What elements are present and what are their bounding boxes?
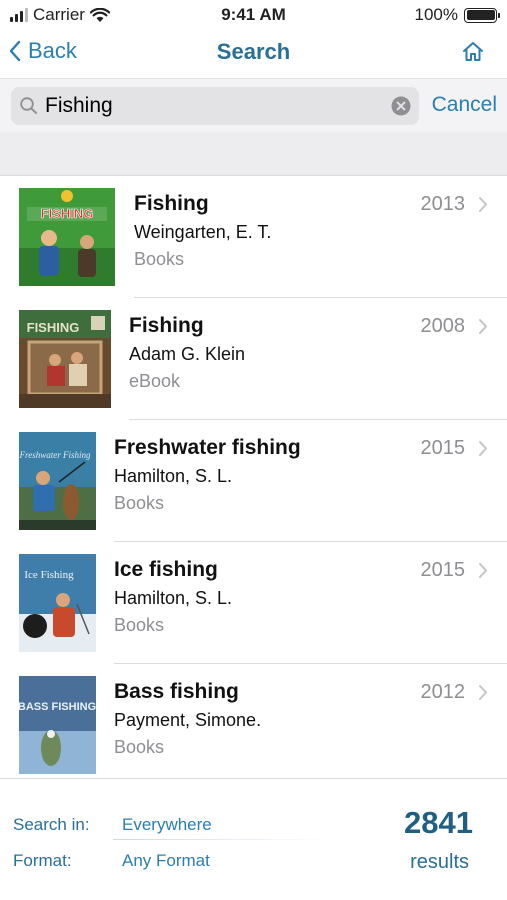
result-title: Fishing [134,192,209,215]
result-author: Hamilton, S. L. [114,588,233,608]
search-icon [20,97,37,114]
format-selector[interactable]: Any Format [122,851,210,871]
result-format: Books [114,737,165,757]
results-count-label: results [410,851,469,873]
result-year: 2013 [420,193,466,215]
result-row[interactable]: FISHING Fishing Adam G. Klein eBook 2008 [0,298,507,420]
chevron-right-icon [479,685,487,700]
page-title: Search [216,39,291,64]
chevron-right-icon [479,441,487,456]
result-format: eBook [129,371,181,391]
home-button[interactable] [461,40,485,69]
book-cover: FISHING [19,188,115,286]
chevron-right-icon [479,319,487,334]
cover-title-text: FISHING [41,206,94,221]
book-cover: Ice Fishing [19,554,96,652]
book-cover: Freshwater Fishing [19,432,96,530]
result-author: Adam G. Klein [129,344,246,364]
battery-icon [464,7,500,23]
result-title: Fishing [129,314,204,337]
result-format: Books [114,615,165,635]
status-right: 100% [414,5,500,25]
cover-title-text: BASS FISHING [19,701,96,713]
search-bar: Cancel [0,78,507,132]
chevron-right-icon [479,197,487,212]
result-author: Payment, Simone. [114,710,262,730]
results-count: 2841 [404,805,473,840]
result-year: 2015 [420,559,466,581]
home-icon [463,42,483,61]
result-author: Hamilton, S. L. [114,466,233,486]
result-year: 2015 [420,437,466,459]
result-row[interactable]: Ice Fishing Ice fishing Hamilton, S. L. … [0,542,507,664]
cover-title-text: Freshwater Fishing [19,450,91,460]
result-title: Ice fishing [114,558,218,581]
footer-divider [113,839,333,840]
result-format: Books [114,493,165,513]
nav-bar: Back Search [0,30,507,78]
result-year: 2008 [420,315,466,337]
cover-title-text: Ice Fishing [24,569,74,581]
result-title: Bass fishing [114,680,239,703]
section-header-spacer [0,132,507,176]
chevron-right-icon [479,563,487,578]
result-row[interactable]: Freshwater Fishing Freshwater fishing Ha… [0,420,507,542]
result-author: Weingarten, E. T. [134,222,272,242]
result-row[interactable]: BASS FISHING Bass fishing Payment, Simon… [0,664,507,778]
result-year: 2012 [420,681,466,703]
search-in-selector[interactable]: Everywhere [122,815,212,835]
clear-icon[interactable] [391,96,411,116]
book-cover: FISHING [19,310,111,408]
results-list: FISHING Fishing Weingarten, E. T. Books … [0,176,507,778]
search-field[interactable] [11,87,419,125]
result-row[interactable]: FISHING Fishing Weingarten, E. T. Books … [0,176,507,298]
search-input[interactable] [45,93,385,119]
book-cover: BASS FISHING [19,676,96,774]
search-in-label: Search in: [13,815,90,834]
status-bar: Carrier 9:41 AM 100% [0,0,507,30]
cancel-button[interactable]: Cancel [432,93,497,117]
result-title: Freshwater fishing [114,436,301,459]
format-label: Format: [13,851,72,870]
result-format: Books [134,249,185,269]
battery-percent: 100% [414,5,458,24]
search-footer: Search in: Everywhere Format: Any Format… [0,778,507,900]
cover-title-text: FISHING [27,320,80,335]
